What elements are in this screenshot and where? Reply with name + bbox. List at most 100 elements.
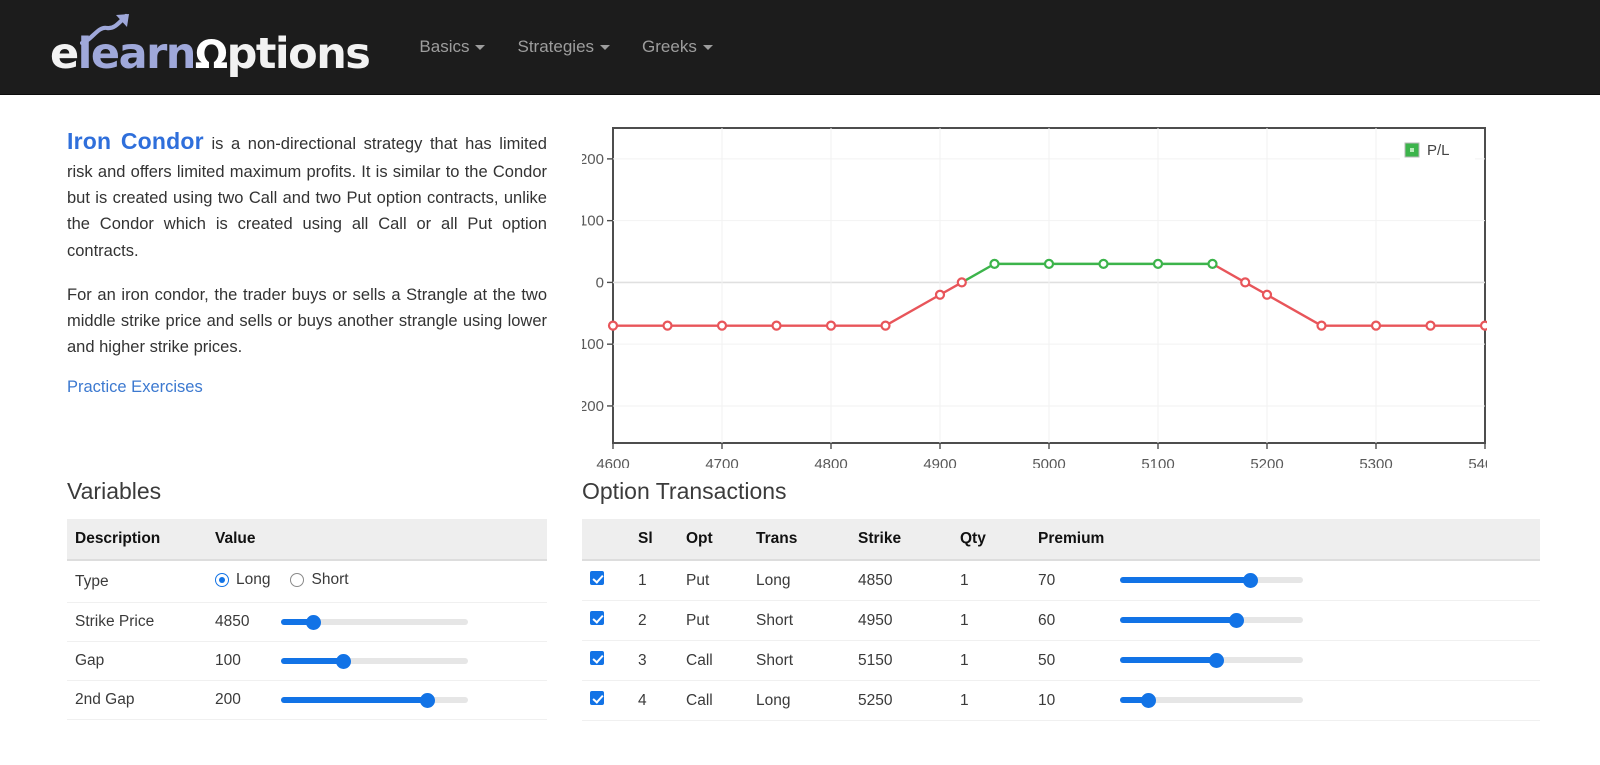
transaction-enabled-cell — [582, 600, 630, 641]
slider-fill — [281, 696, 427, 703]
slider-thumb[interactable] — [335, 653, 351, 669]
premium-slider[interactable] — [1120, 613, 1304, 629]
practice-exercises-link[interactable]: Practice Exercises — [67, 378, 203, 396]
transaction-qty: 1 — [952, 600, 1030, 641]
nav-item-basics[interactable]: Basics — [403, 27, 501, 67]
table-row: 1 Put Long 4850 1 70 — [582, 560, 1540, 601]
transaction-premium-slider-cell — [1112, 600, 1540, 641]
variables-header-row: Description Value — [67, 519, 547, 561]
transaction-opt: Put — [678, 600, 748, 641]
radio-option-long[interactable]: Long — [215, 571, 270, 589]
variable-slider-gap[interactable] — [281, 653, 468, 669]
radio-label-long: Long — [236, 571, 271, 588]
slider-thumb[interactable] — [1208, 653, 1224, 669]
nav-item-strategies[interactable]: Strategies — [501, 27, 626, 67]
transaction-sl: 4 — [630, 680, 678, 721]
premium-slider[interactable] — [1120, 653, 1304, 669]
strategy-description: Iron Condor is a non-directional strateg… — [67, 123, 547, 468]
variable-value-cell: 200 — [207, 680, 547, 720]
nav-item-greeks[interactable]: Greeks — [626, 27, 729, 67]
premium-slider[interactable] — [1120, 573, 1304, 589]
svg-text:5200: 5200 — [1250, 456, 1283, 468]
variables-panel: Variables Description Value Type Long Shor… — [67, 478, 547, 721]
transaction-strike: 5250 — [850, 680, 952, 721]
lower-section: Variables Description Value Type Long Shor… — [0, 478, 1600, 721]
slider-fill — [1120, 657, 1216, 664]
transaction-opt: Call — [678, 680, 748, 721]
slider-thumb[interactable] — [1243, 573, 1259, 589]
nav-label-basics: Basics — [419, 37, 470, 56]
transaction-premium-slider-cell — [1112, 680, 1540, 721]
transaction-opt: Put — [678, 560, 748, 601]
legend-swatch-dot — [1410, 148, 1414, 152]
transactions-table-head: Sl Opt Trans Strike Qty Premium — [582, 519, 1540, 561]
variable-slider-2nd-gap[interactable] — [281, 692, 468, 708]
radio-button-long-icon[interactable] — [215, 573, 229, 587]
transaction-premium: 60 — [1030, 600, 1113, 641]
variable-numeric-value: 4850 — [215, 613, 250, 630]
transactions-col-opt: Opt — [678, 519, 748, 561]
svg-text:-100: -100 — [582, 336, 604, 353]
chevron-down-icon — [600, 44, 611, 50]
slider-thumb[interactable] — [419, 692, 435, 708]
transactions-panel: Option Transactions Sl Opt Trans Strike Qty P… — [582, 478, 1540, 721]
variable-numeric-value: 200 — [215, 691, 241, 708]
site-logo[interactable]: elearnΩptions — [50, 13, 371, 78]
svg-text:5100: 5100 — [1141, 456, 1174, 468]
variable-description: Type — [67, 560, 207, 603]
transactions-col-sl: Sl — [630, 519, 678, 561]
chart-legend: P/L — [1400, 139, 1475, 161]
transaction-premium-slider-cell — [1112, 560, 1540, 601]
transaction-trans: Long — [748, 560, 850, 601]
page-title: Iron Condor — [67, 128, 204, 154]
svg-text:4800: 4800 — [814, 456, 847, 468]
slider-thumb[interactable] — [305, 614, 321, 630]
option-transactions-table: Sl Opt Trans Strike Qty Premium 1 Put Long 4850 1… — [582, 519, 1540, 721]
transaction-sl: 3 — [630, 640, 678, 681]
variable-numeric-value: 100 — [215, 652, 241, 669]
transaction-checkbox[interactable] — [590, 611, 604, 625]
svg-text:5300: 5300 — [1359, 456, 1392, 468]
nav-label-greeks: Greeks — [642, 37, 697, 56]
description-paragraph-1: Iron Condor is a non-directional strateg… — [67, 123, 547, 264]
transactions-header-row: Sl Opt Trans Strike Qty Premium — [582, 519, 1540, 561]
svg-text:-200: -200 — [582, 398, 604, 415]
payoff-chart-svg: 200 100 0 -100 -200 4600 4700 4800 4900 5000 5100… — [582, 127, 1487, 468]
table-row: 2 Put Short 4950 1 60 — [582, 600, 1540, 641]
transaction-checkbox[interactable] — [590, 571, 604, 585]
variables-col-value: Value — [207, 519, 547, 561]
transaction-strike: 4850 — [850, 560, 952, 601]
premium-slider[interactable] — [1120, 693, 1304, 709]
transaction-qty: 1 — [952, 640, 1030, 681]
variables-table-body: Type Long Short Strike Price 4850 Gap 100 2nd G… — [67, 560, 547, 720]
transaction-checkbox[interactable] — [590, 651, 604, 665]
variables-row: 2nd Gap 200 — [67, 680, 547, 720]
variable-description: 2nd Gap — [67, 680, 207, 720]
chevron-down-icon — [702, 44, 713, 50]
transaction-qty: 1 — [952, 560, 1030, 601]
transaction-trans: Short — [748, 640, 850, 681]
transactions-col-strike: Strike — [850, 519, 952, 561]
radio-button-short-icon[interactable] — [290, 573, 305, 587]
transaction-strike: 5150 — [850, 640, 952, 681]
slider-thumb[interactable] — [1228, 613, 1244, 629]
slider-fill — [281, 657, 343, 664]
table-row: 4 Call Long 5250 1 10 — [582, 680, 1540, 721]
variable-value-cell: 4850 — [207, 602, 547, 642]
transaction-trans: Long — [748, 680, 850, 721]
transaction-trans: Short — [748, 600, 850, 641]
slider-thumb[interactable] — [1140, 693, 1156, 709]
payoff-chart: 200 100 0 -100 -200 4600 4700 4800 4900 5000 5100… — [582, 123, 1487, 468]
svg-text:0: 0 — [596, 274, 604, 291]
variables-row: Type Long Short — [67, 560, 547, 603]
transaction-checkbox[interactable] — [590, 691, 604, 705]
variables-table-head: Description Value — [67, 519, 547, 561]
transaction-opt: Call — [678, 640, 748, 681]
variable-slider-strike-price[interactable] — [281, 614, 468, 630]
radio-option-short[interactable]: Short — [290, 571, 349, 589]
transaction-qty: 1 — [952, 680, 1030, 721]
transactions-title: Option Transactions — [582, 478, 787, 504]
slider-fill — [1120, 617, 1236, 624]
transaction-premium: 10 — [1030, 680, 1113, 721]
variables-title: Variables — [67, 478, 162, 504]
